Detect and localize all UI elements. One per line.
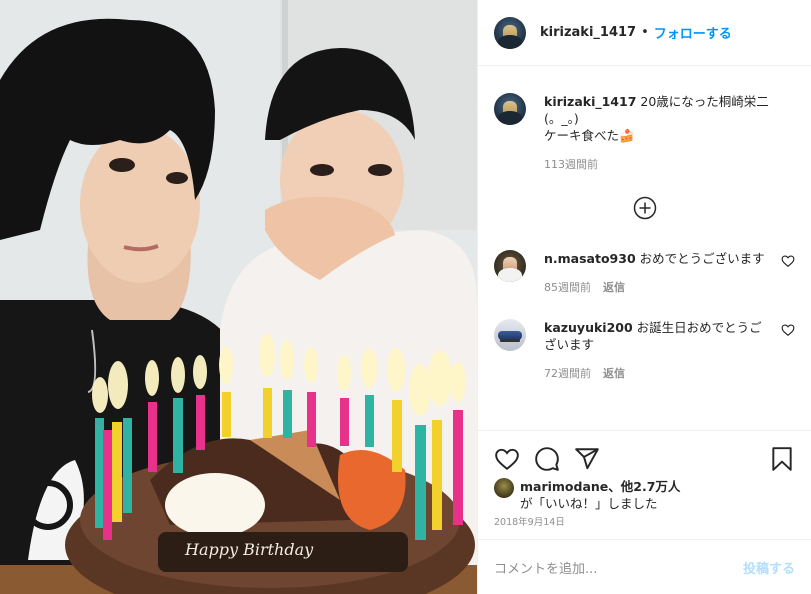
share-paper-plane-icon[interactable] (574, 446, 600, 472)
header-separator: • (641, 25, 649, 40)
add-comment-form: コメントを追加... 投稿する (478, 539, 811, 594)
comment-time[interactable]: 72週間前 (544, 365, 591, 381)
load-more-comments-button[interactable] (494, 196, 795, 220)
plus-circle-icon[interactable] (633, 196, 657, 220)
birthday-photo-illustration: Happy Birthday (0, 0, 477, 594)
comment-like-heart-icon[interactable] (781, 323, 795, 337)
comment-item: n.masato930 おめでとうございます 85週間前 返信 (494, 250, 795, 295)
commenter-username[interactable]: n.masato930 (544, 251, 636, 266)
likes-summary: marimodane、他2.7万人 が「いいね！」しました (494, 478, 795, 512)
caption-meta: 113週間前 (544, 156, 769, 172)
save-bookmark-icon[interactable] (769, 446, 795, 472)
likes-suffix: が「いいね！」しました (520, 496, 658, 511)
comment-item: kazuyuki200 お誕生日おめでとうございます 72週間前 返信 (494, 319, 795, 381)
likes-others[interactable]: 、他2.7万人 (608, 479, 680, 494)
post-date[interactable]: 2018年9月14日 (494, 514, 565, 528)
reply-button[interactable]: 返信 (603, 279, 625, 295)
author-avatar[interactable] (494, 16, 526, 49)
comment-like-heart-icon[interactable] (781, 254, 795, 268)
commenter-avatar[interactable] (494, 319, 526, 351)
post-side-panel: kirizaki_1417 • フォローする kirizaki_1417 20歳に… (477, 0, 811, 594)
comments-section[interactable]: kirizaki_1417 20歳になった桐崎栄二(。_。) ケーキ食べた🍰 11… (478, 67, 811, 431)
comment-bubble-icon[interactable] (534, 446, 560, 472)
author-username[interactable]: kirizaki_1417 (540, 25, 636, 40)
commenter-avatar[interactable] (494, 250, 526, 282)
caption-line2: ケーキ食べた🍰 (544, 128, 635, 143)
liker-avatar[interactable] (494, 478, 514, 498)
comment-time[interactable]: 85週間前 (544, 279, 591, 295)
post-photo[interactable]: Happy Birthday (0, 0, 477, 594)
reply-button[interactable]: 返信 (603, 365, 625, 381)
follow-button[interactable]: フォローする (654, 23, 732, 42)
comment-text: おめでとうございます (639, 251, 765, 266)
post-comment-button[interactable]: 投稿する (743, 558, 795, 577)
caption-username[interactable]: kirizaki_1417 (544, 94, 636, 109)
commenter-username[interactable]: kazuyuki200 (544, 320, 633, 335)
caption-time[interactable]: 113週間前 (544, 156, 598, 172)
like-heart-icon[interactable] (494, 446, 520, 472)
post-header: kirizaki_1417 • フォローする (478, 0, 811, 66)
comment-input[interactable]: コメントを追加... (494, 558, 743, 577)
caption-avatar[interactable] (494, 93, 526, 125)
caption: kirizaki_1417 20歳になった桐崎栄二(。_。) ケーキ食べた🍰 11… (494, 93, 795, 172)
cake-plate-text: Happy Birthday (184, 540, 314, 559)
liker-username[interactable]: marimodane (520, 479, 608, 494)
caption-text: kirizaki_1417 20歳になった桐崎栄二(。_。) ケーキ食べた🍰 (544, 93, 769, 144)
